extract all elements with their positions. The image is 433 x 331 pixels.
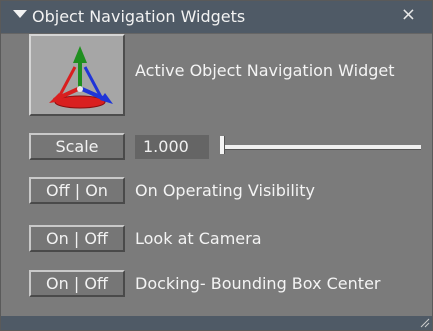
axis-gizmo-icon: [49, 46, 113, 109]
scale-slider-handle[interactable]: [220, 136, 225, 154]
look-at-camera-label: Look at Camera: [135, 229, 262, 248]
navigation-widgets-panel: Object Navigation Widgets × Active Objec…: [0, 0, 433, 331]
active-widget-button[interactable]: [29, 34, 125, 116]
scale-value-field[interactable]: 1.000: [135, 135, 209, 159]
docking-bounding-box-toggle[interactable]: On | Off: [29, 270, 125, 297]
look-at-camera-toggle[interactable]: On | Off: [29, 225, 125, 252]
triangle-down-icon[interactable]: [13, 10, 27, 18]
panel-titlebar[interactable]: Object Navigation Widgets ×: [1, 1, 432, 33]
docking-bounding-box-label: Docking- Bounding Box Center: [135, 274, 381, 293]
operating-visibility-toggle[interactable]: Off | On: [29, 177, 125, 204]
panel-title: Object Navigation Widgets: [32, 7, 246, 26]
resize-grip-icon[interactable]: [420, 318, 430, 328]
active-widget-label: Active Object Navigation Widget: [135, 61, 395, 80]
operating-visibility-label: On Operating Visibility: [135, 181, 315, 200]
close-icon[interactable]: ×: [401, 5, 416, 25]
panel-footer: [1, 316, 432, 330]
scale-button[interactable]: Scale: [29, 133, 125, 160]
scale-slider-track[interactable]: [225, 145, 421, 150]
